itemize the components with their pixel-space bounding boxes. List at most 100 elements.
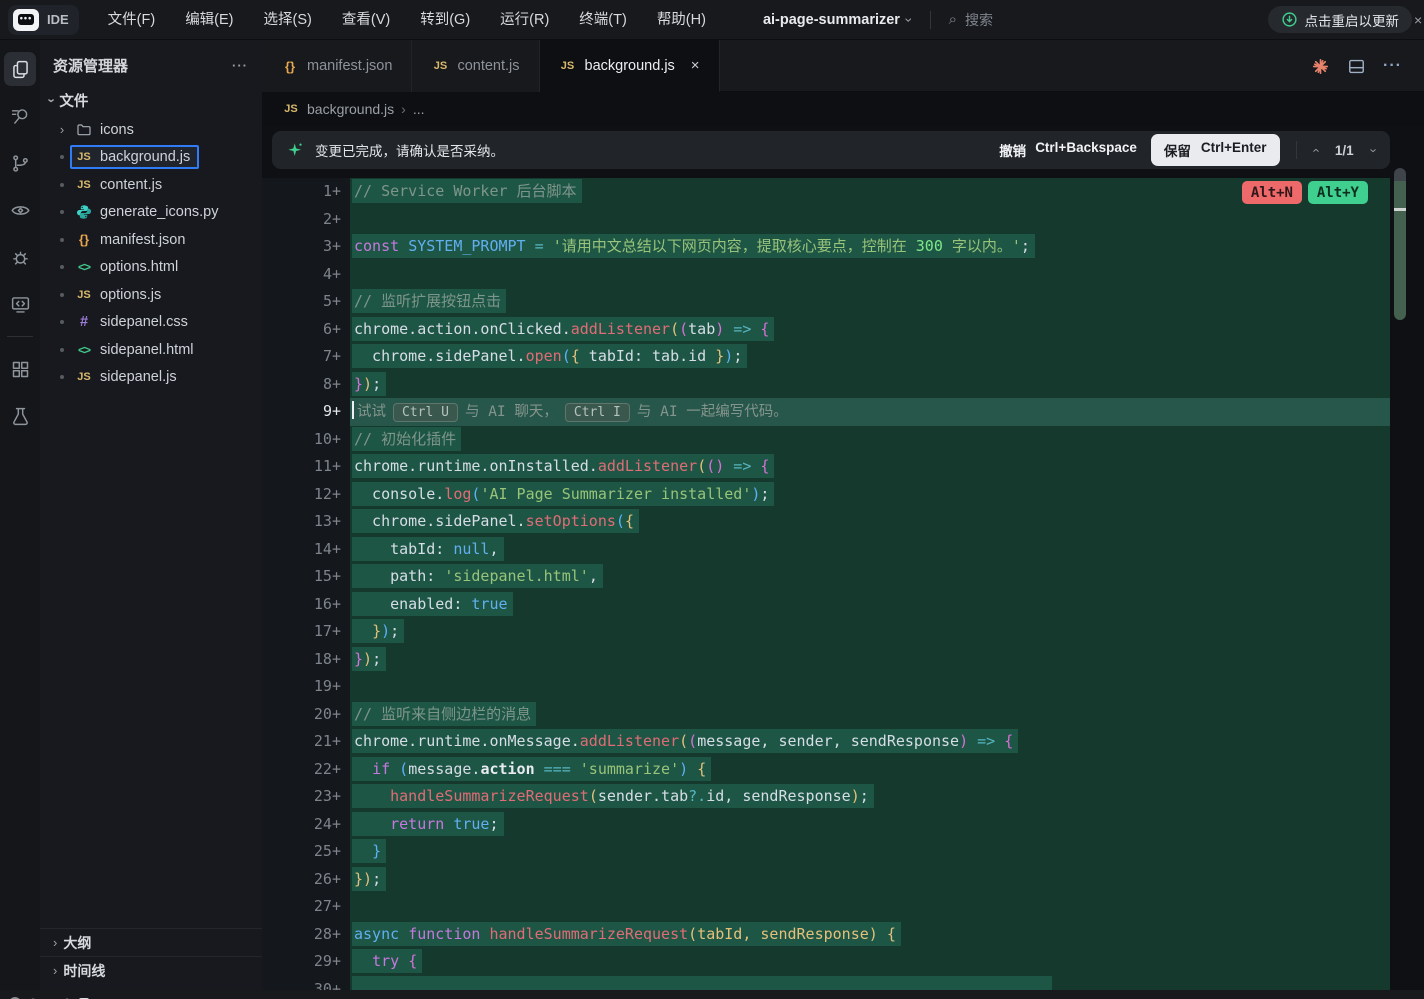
- menu-item[interactable]: 终端(T): [564, 0, 642, 40]
- code-line: // Service Worker 后台脚本: [350, 178, 1390, 206]
- activity-extensions-icon[interactable]: [4, 352, 36, 386]
- code-line: // 监听扩展按钮点击: [350, 288, 1390, 316]
- code-line: });: [350, 646, 1390, 674]
- ai-starburst-icon[interactable]: [1311, 57, 1330, 76]
- keep-changes-button[interactable]: 保留 Ctrl+Enter: [1151, 134, 1280, 166]
- code-line: [350, 673, 1390, 701]
- breadcrumb-separator: ›: [401, 101, 406, 117]
- js-icon: JS: [75, 289, 93, 301]
- file-item[interactable]: {}manifest.json: [40, 226, 262, 254]
- activity-search-icon[interactable]: [4, 99, 36, 133]
- outline-section[interactable]: › 大纲: [40, 928, 262, 956]
- code-line: [350, 261, 1390, 289]
- menu-item[interactable]: 运行(R): [485, 0, 564, 40]
- undo-changes-button[interactable]: 撤销 Ctrl+Backspace: [999, 140, 1137, 160]
- file-item[interactable]: JSbackground.js: [40, 144, 262, 172]
- line-number: 3+: [262, 233, 350, 261]
- line-number: 1+: [262, 178, 350, 206]
- activity-divider: [7, 336, 33, 337]
- line-number: 5+: [262, 288, 350, 316]
- editor-tab[interactable]: JSbackground.js ×: [540, 40, 720, 92]
- problems-indicator[interactable]: 0 ▲ 0: [0, 992, 1424, 999]
- project-selector[interactable]: ai-page-summarizer ›: [763, 12, 912, 28]
- reject-shortcut-badge[interactable]: Alt+N: [1242, 181, 1302, 204]
- activity-explorer-icon[interactable]: [4, 52, 36, 86]
- file-item[interactable]: generate_icons.py: [40, 199, 262, 227]
- split-editor-icon[interactable]: [1347, 57, 1366, 76]
- line-number: 13+: [262, 508, 350, 536]
- menu-item[interactable]: 选择(S): [249, 0, 327, 40]
- file-item[interactable]: #sidepanel.css: [40, 309, 262, 337]
- file-chip: {}manifest.json: [70, 228, 194, 252]
- file-chip: generate_icons.py: [70, 200, 228, 224]
- next-change-button[interactable]: ›: [1366, 148, 1381, 152]
- kbd-ctrl-i: Ctrl I: [565, 403, 630, 422]
- keep-shortcut: Ctrl+Enter: [1201, 140, 1267, 160]
- code-line: if (message.action === 'summarize') {: [350, 756, 1390, 784]
- breadcrumb[interactable]: JS background.js › ...: [262, 92, 1424, 126]
- code-line: chrome.runtime.onMessage.addListener((me…: [350, 728, 1390, 756]
- files-section-label: 文件: [59, 90, 88, 111]
- activity-source-control-icon[interactable]: [4, 146, 36, 180]
- code-line: // 监听来自侧边栏的消息: [350, 701, 1390, 729]
- menu-item[interactable]: 文件(F): [93, 0, 171, 40]
- app-logo-text: IDE: [47, 12, 69, 27]
- file-item[interactable]: › icons: [40, 116, 262, 144]
- global-search[interactable]: ⌕ 搜索: [949, 10, 993, 30]
- close-tab-icon[interactable]: ×: [691, 57, 700, 74]
- menu-item[interactable]: 查看(V): [327, 0, 405, 40]
- line-number: 26+: [262, 866, 350, 894]
- file-label: sidepanel.js: [100, 369, 177, 385]
- line-number: 19+: [262, 673, 350, 701]
- close-icon[interactable]: ×: [1414, 12, 1424, 28]
- scrollbar-cursor-marker: [1394, 208, 1406, 211]
- more-actions-icon[interactable]: ···: [232, 58, 248, 73]
- file-item[interactable]: JSsidepanel.js: [40, 364, 262, 392]
- prev-change-button[interactable]: ›: [1307, 148, 1322, 152]
- activity-preview-icon[interactable]: [4, 193, 36, 227]
- status-bar: 0 ▲ 0: [0, 990, 1424, 999]
- scrollbar-thumb[interactable]: [1394, 181, 1406, 320]
- menu-item[interactable]: 编辑(E): [170, 0, 248, 40]
- app-menu-button[interactable]: ••• IDE: [8, 5, 79, 35]
- file-item[interactable]: <>sidepanel.html: [40, 336, 262, 364]
- editor-more-actions-icon[interactable]: ···: [1383, 57, 1402, 75]
- timeline-section[interactable]: › 时间线: [40, 956, 262, 984]
- code-line: [350, 893, 1390, 921]
- code-region: 变更已完成，请确认是否采纳。 撤销 Ctrl+Backspace 保留 Ctrl…: [262, 126, 1424, 990]
- tab-label: manifest.json: [307, 58, 392, 74]
- tree-dot: [60, 238, 64, 242]
- change-counter: 1/1: [1335, 143, 1354, 158]
- restart-update-button[interactable]: 点击重启以更新: [1268, 6, 1413, 33]
- line-number: 20+: [262, 701, 350, 729]
- editor-tab[interactable]: JScontent.js: [412, 40, 539, 92]
- files-section-header[interactable]: › 文件: [40, 86, 262, 115]
- file-item[interactable]: JScontent.js: [40, 171, 262, 199]
- tree-dot: [60, 320, 64, 324]
- python-icon: [75, 204, 93, 220]
- line-number: 2+: [262, 206, 350, 234]
- scrollbar[interactable]: [1394, 168, 1406, 320]
- menu-item[interactable]: 帮助(H): [642, 0, 721, 40]
- activity-debug-icon[interactable]: [4, 240, 36, 274]
- tree-dot: [60, 155, 64, 159]
- sparkle-icon: [286, 141, 305, 160]
- ai-change-banner: 变更已完成，请确认是否采纳。 撤销 Ctrl+Backspace 保留 Ctrl…: [272, 131, 1390, 169]
- line-number: 11+: [262, 453, 350, 481]
- code-line: // 初始化插件: [350, 426, 1390, 454]
- code-content[interactable]: // Service Worker 后台脚本const SYSTEM_PROMP…: [350, 178, 1390, 990]
- activity-remote-icon[interactable]: [4, 287, 36, 321]
- file-item[interactable]: JSoptions.js: [40, 281, 262, 309]
- json-icon: {}: [281, 59, 299, 74]
- tree-dot: [60, 265, 64, 269]
- editor-group: {} manifest.json JScontent.js JSbackgroun…: [262, 40, 1424, 990]
- code-editor[interactable]: 1+2+3+4+5+6+7+8+9+10+11+12+13+14+15+16+1…: [262, 178, 1424, 990]
- editor-tab[interactable]: {} manifest.json: [262, 40, 412, 92]
- activity-test-icon[interactable]: [4, 399, 36, 433]
- js-icon: JS: [75, 179, 93, 191]
- code-line: handleSummarizeRequest(sender.tab?.id, s…: [350, 783, 1390, 811]
- file-chip: <>sidepanel.html: [70, 338, 203, 362]
- accept-shortcut-badge[interactable]: Alt+Y: [1308, 181, 1368, 204]
- menu-item[interactable]: 转到(G): [405, 0, 485, 40]
- file-item[interactable]: <>options.html: [40, 254, 262, 282]
